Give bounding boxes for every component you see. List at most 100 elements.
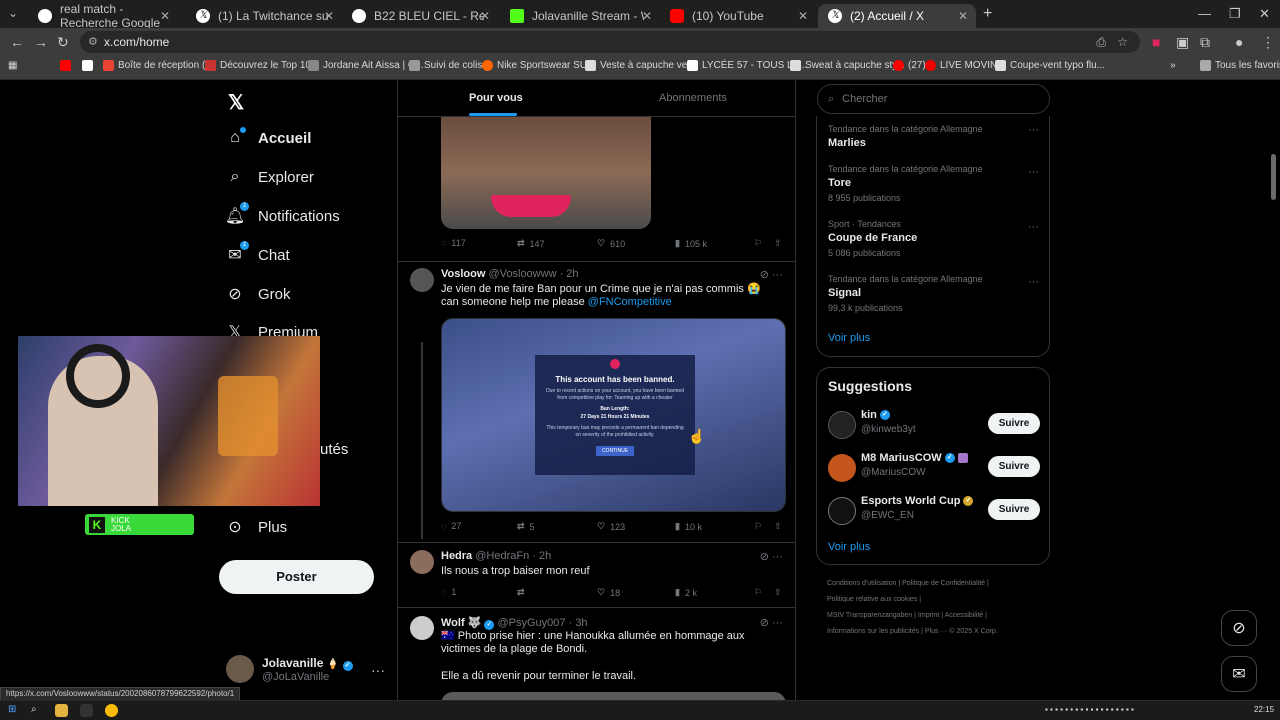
avatar[interactable] xyxy=(410,550,434,574)
tab-twitchance[interactable]: 𝕏 (1) La Twitchance sur X : "JOLAV✕ xyxy=(186,4,342,28)
tab-google-real-match[interactable]: real match - Recherche Google ✕ xyxy=(28,2,178,30)
bookmark-sweat[interactable]: Sweat à capuche sty... xyxy=(790,60,905,71)
chrome-icon[interactable] xyxy=(105,704,118,717)
bookmark-suivi-colis[interactable]: Suivi de colis xyxy=(409,60,482,71)
reply-button[interactable]: ◌ 27 xyxy=(441,521,461,531)
post-button[interactable]: Poster xyxy=(219,560,374,594)
back-icon[interactable]: ← xyxy=(10,34,24,50)
repost-button[interactable]: ⇄ xyxy=(517,587,530,598)
follow-button[interactable]: Suivre xyxy=(988,413,1040,434)
tab-search-icon[interactable]: ⌄ xyxy=(8,6,24,22)
bookmark-veste[interactable]: Veste à capuche vel... xyxy=(585,60,698,71)
show-more-suggestions-link[interactable]: Voir plus xyxy=(828,541,870,553)
trend-item[interactable]: Tendance dans la catégorie Allemagne Sig… xyxy=(828,274,983,313)
trend-item[interactable]: Tendance dans la catégorie Allemagne Mar… xyxy=(828,124,983,149)
x-home-logo[interactable]: 𝕏 xyxy=(228,90,244,115)
scrollbar-thumb[interactable] xyxy=(1271,154,1276,200)
account-switcher[interactable]: Jolavanille 🍦 ✓ @JoLaVanille xyxy=(226,655,353,683)
bookmark-nike[interactable]: Nike Sportswear SU... xyxy=(482,60,595,71)
repost-button[interactable]: ⇄ 147 xyxy=(517,238,545,249)
new-tab-icon[interactable]: + xyxy=(983,5,992,23)
all-bookmarks[interactable]: Tous les favoris xyxy=(1200,60,1280,71)
views-button[interactable]: ▮ 105 k xyxy=(675,238,707,249)
tab-google-b22[interactable]: B22 BLEU CIEL - Recherche Goo✕ xyxy=(342,4,498,28)
repost-button[interactable]: ⇄ 5 xyxy=(517,521,535,532)
file-explorer-icon[interactable] xyxy=(55,704,68,717)
suggestion-item[interactable]: M8 MariusCOW ✓ @MariusCOW Suivre xyxy=(828,452,1040,486)
trend-more-icon[interactable]: ··· xyxy=(1028,276,1039,288)
bookmark-live-movin[interactable]: LIVE MOVIN... xyxy=(925,60,1006,71)
views-button[interactable]: ▮ 10 k xyxy=(675,521,702,532)
sidebar-item-notifications[interactable]: 🔔︎ 1 Notifications xyxy=(225,202,340,225)
sidebar-item-more[interactable]: ⊙ Plus xyxy=(226,518,287,537)
views-button[interactable]: ▮ 2 k xyxy=(675,587,697,598)
sidebar-item-chat[interactable]: ✉ 1 Chat xyxy=(226,241,290,264)
close-tab-icon[interactable]: ✕ xyxy=(160,9,170,23)
url-field[interactable]: ⚙ x.com/home ⎙ ☆ xyxy=(80,31,1140,53)
search-icon[interactable]: ⌕ xyxy=(31,704,44,717)
tray-icons[interactable]: ▪ ▪ ▪ ▪ ▪ ▪ ▪ ▪ ▪ ▪ ▪ ▪ ▪ ▪ ▪ ▪ ▪ ▪ xyxy=(1045,705,1134,714)
account-more-icon[interactable]: ··· xyxy=(371,662,385,678)
bookmark-icon[interactable]: ⚐ xyxy=(754,587,762,598)
suggestion-item[interactable]: kin ✓ @kinweb3yt Suivre xyxy=(828,409,1040,443)
close-tab-icon[interactable]: ✕ xyxy=(480,9,490,23)
follow-button[interactable]: Suivre xyxy=(988,499,1040,520)
restore-icon[interactable]: ❐ xyxy=(1229,6,1241,22)
like-button[interactable]: ♡ 610 xyxy=(597,238,625,249)
extension-icon[interactable]: ▣ xyxy=(1176,34,1189,51)
tweet-media-image[interactable]: This account has been banned. Due to rec… xyxy=(441,318,786,512)
apps-grid-icon[interactable]: ▦ xyxy=(8,60,17,71)
bookmark-jordane[interactable]: Jordane Ait Aissa | C... xyxy=(308,60,423,71)
messages-fab-button[interactable]: ✉ xyxy=(1221,656,1257,692)
like-button[interactable]: ♡ 18 xyxy=(597,587,620,598)
close-window-icon[interactable]: ✕ xyxy=(1259,6,1270,22)
profile-avatar-icon[interactable]: ● xyxy=(1235,34,1243,50)
footer-links[interactable]: Politique relative aux cookies | xyxy=(827,596,921,603)
bookmark-top10[interactable]: Découvrez le Top 10... xyxy=(205,60,319,71)
reply-button[interactable]: ◌ 117 xyxy=(441,238,466,248)
site-info-icon[interactable]: ⚙ xyxy=(88,31,98,53)
bookmarks-overflow-icon[interactable]: » xyxy=(1170,60,1176,71)
close-tab-icon[interactable]: ✕ xyxy=(642,9,652,23)
trend-more-icon[interactable]: ··· xyxy=(1028,166,1039,178)
share-icon[interactable]: ⇧ xyxy=(774,521,782,532)
forward-icon[interactable]: → xyxy=(34,34,48,50)
footer-links[interactable]: Conditions d'utilisation | Politique de … xyxy=(827,580,989,587)
sidebar-item-grok[interactable]: ⊘ Grok xyxy=(226,285,290,304)
extensions-puzzle-icon[interactable]: ⧉ xyxy=(1200,34,1210,51)
bookmark-icon[interactable]: ⚐ xyxy=(754,238,762,249)
app-icon[interactable] xyxy=(80,704,93,717)
install-app-icon[interactable]: ⎙ xyxy=(1096,31,1106,53)
search-input[interactable]: ⌕ Chercher xyxy=(817,84,1050,114)
show-more-trends-link[interactable]: Voir plus xyxy=(828,332,870,344)
footer-links[interactable]: MStV Transparenzangaben | Imprint | Acce… xyxy=(827,612,987,619)
mention-link[interactable]: @FNCompetitive xyxy=(588,296,672,308)
share-icon[interactable]: ⇧ xyxy=(774,238,782,249)
bookmark-inbox[interactable]: Boîte de réception (... xyxy=(103,60,214,71)
reply-button[interactable]: ◌ 1 xyxy=(441,587,456,597)
tweet-media-image[interactable] xyxy=(441,117,651,229)
sidebar-item-communities-partial[interactable]: utés xyxy=(320,441,348,458)
tweet-more-icon[interactable]: ⊘ ··· xyxy=(760,550,783,563)
like-button[interactable]: ♡ 123 xyxy=(597,521,625,532)
windows-start-icon[interactable]: ⊞ xyxy=(8,704,21,717)
close-tab-icon[interactable]: ✕ xyxy=(324,9,334,23)
footer-links[interactable]: Informations sur les publicités | Plus ·… xyxy=(827,628,998,635)
tweet-more-icon[interactable]: ⊘ ··· xyxy=(760,616,783,629)
tab-kick-stream[interactable]: Jolavanille Stream - Watch Live✕ xyxy=(500,4,660,28)
tweet-media-image[interactable] xyxy=(441,692,786,700)
browser-menu-icon[interactable]: ⋮ xyxy=(1261,34,1275,51)
tab-x-home[interactable]: 𝕏 (2) Accueil / X ✕ xyxy=(818,4,976,28)
tab-youtube[interactable]: (10) YouTube ✕ xyxy=(660,4,816,28)
tab-following[interactable]: Abonnements xyxy=(659,92,727,104)
trend-more-icon[interactable]: ··· xyxy=(1028,124,1039,136)
bookmark-star-icon[interactable]: ☆ xyxy=(1117,31,1128,53)
suggestion-item[interactable]: Esports World Cup ✓ @EWC_EN Suivre xyxy=(828,495,1040,529)
avatar[interactable] xyxy=(410,616,434,640)
trend-more-icon[interactable]: ··· xyxy=(1028,221,1039,233)
follow-button[interactable]: Suivre xyxy=(988,456,1040,477)
sidebar-item-explore[interactable]: ⌕ Explorer xyxy=(226,168,314,186)
bookmark-icon[interactable]: ⚐ xyxy=(754,521,762,532)
trend-item[interactable]: Sport · Tendances Coupe de France 5 086 … xyxy=(828,219,917,258)
tweet-more-icon[interactable]: ⊘ ··· xyxy=(760,268,783,281)
